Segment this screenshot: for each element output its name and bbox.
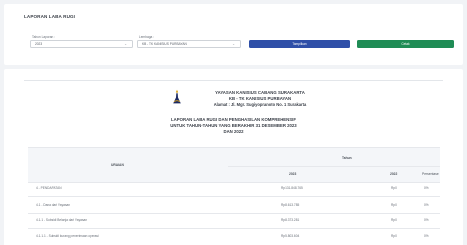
row-percentage: 0% bbox=[424, 186, 429, 190]
row-value-2022: Rp0 bbox=[391, 203, 397, 207]
row-value-2022: Rp0 bbox=[391, 218, 397, 222]
foundation-logo-icon bbox=[173, 89, 181, 104]
chevron-down-icon: ⌄ bbox=[124, 42, 127, 46]
row-percentage: 0% bbox=[424, 218, 429, 222]
col-header-tahun: Tahun bbox=[342, 156, 352, 160]
row-uraian: 4 - PENDAPATAN bbox=[36, 186, 62, 190]
row-value-2023: Rp8.613.785 bbox=[281, 203, 300, 207]
row-value-2022: Rp0 bbox=[391, 234, 397, 238]
org-name: YAYASAN KANISIUS CABANG SURAKARTA bbox=[215, 90, 305, 95]
table-divider bbox=[28, 228, 440, 229]
row-value-2023: Rp5.803.604 bbox=[281, 234, 300, 238]
row-percentage: 0% bbox=[424, 234, 429, 238]
report-period: UNTUK TAHUN-TAHUN YANG BERAKHIR 31 DESEM… bbox=[170, 123, 297, 128]
row-value-2023: Rp131.848.765 bbox=[281, 186, 303, 190]
report-period-year: DAN 2022 bbox=[223, 129, 244, 134]
unit-select[interactable]: KB - TK KANISIUS PURBAYAN ⌄ bbox=[137, 40, 241, 48]
year-label: Tahun Laporan : bbox=[32, 35, 56, 39]
unit-label: Lembaga : bbox=[139, 35, 155, 39]
table-divider bbox=[28, 196, 440, 197]
table-divider bbox=[228, 166, 440, 167]
table-header bbox=[28, 147, 440, 182]
org-address: Alamat : Jl. Mgr. Sugiyopranoto No. 1 Su… bbox=[213, 102, 307, 107]
chevron-down-icon: ⌄ bbox=[232, 42, 235, 46]
unit-name: KB - TK KANISIUS PURBAYAN bbox=[228, 96, 292, 101]
year-select-value: 2023 bbox=[35, 42, 43, 46]
table-divider bbox=[28, 213, 440, 214]
row-value-2023: Rp8.373.281 bbox=[281, 218, 300, 222]
row-uraian: 4.1.1 - Subsidi Belanja dari Yayasan bbox=[36, 218, 88, 222]
col-header-2023: 2023 bbox=[289, 172, 297, 176]
page-title: LAPORAN LABA RUGI bbox=[24, 14, 76, 19]
row-value-2022: Rp0 bbox=[391, 186, 397, 190]
table-divider bbox=[28, 147, 440, 148]
col-header-uraian: URAIAN bbox=[111, 163, 124, 167]
col-header-persentase: Persentase bbox=[422, 172, 439, 176]
show-button[interactable]: Tampilkan bbox=[249, 40, 350, 48]
print-button[interactable]: Cetak bbox=[357, 40, 454, 48]
col-header-2022: 2022 bbox=[390, 172, 398, 176]
row-uraian: 4.1.1.1 - Subsidi kurang penerimaan oper… bbox=[36, 234, 99, 238]
report-title: LAPORAN LABA RUGI DAN PENGHASILAN KOMPRE… bbox=[171, 117, 296, 122]
year-select[interactable]: 2023 ⌄ bbox=[30, 40, 133, 48]
row-uraian: 4.1 - Dana dari Yayasan bbox=[36, 203, 71, 207]
row-percentage: 0% bbox=[424, 203, 429, 207]
table-divider bbox=[28, 182, 440, 183]
divider bbox=[24, 80, 443, 81]
unit-select-value: KB - TK KANISIUS PURBAYAN bbox=[142, 42, 187, 46]
